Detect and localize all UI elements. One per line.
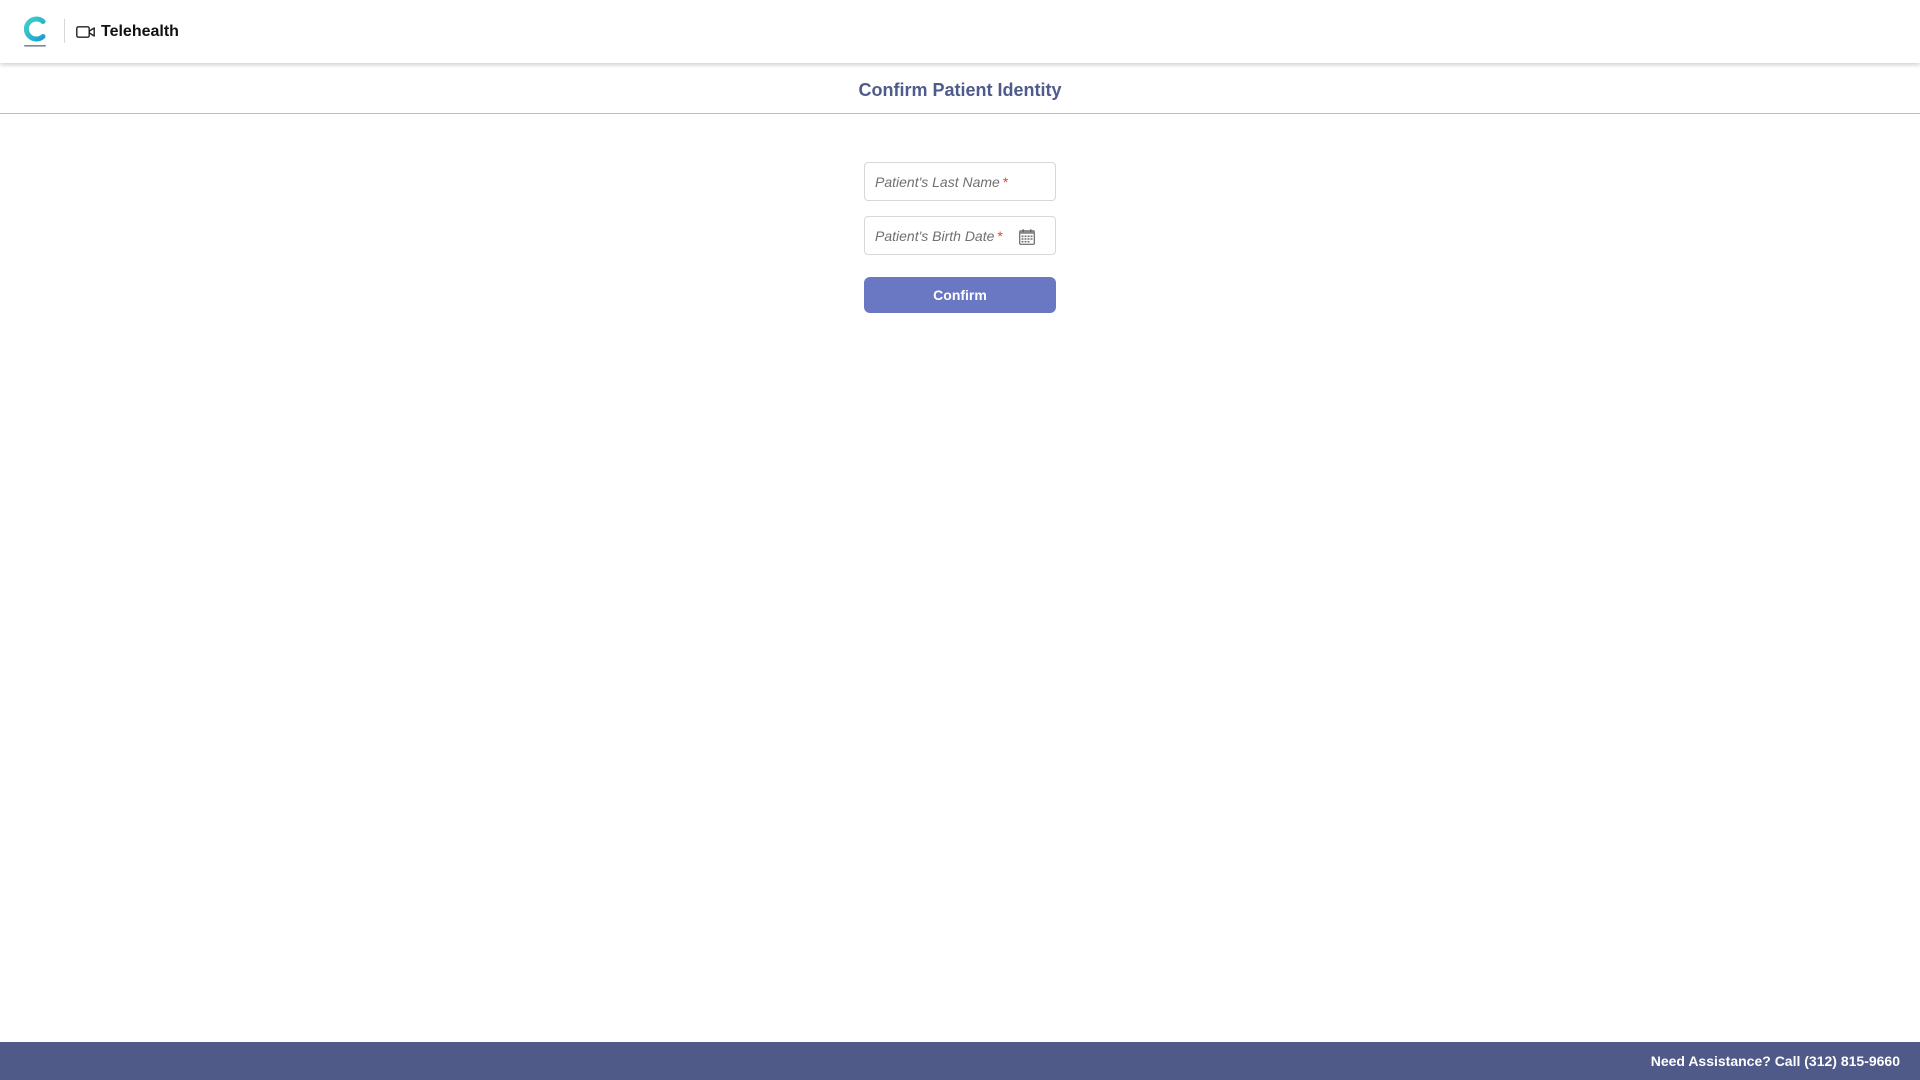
page-title-bar: Confirm Patient Identity [0,63,1920,114]
footer-bar: Need Assistance? Call (312) 815-9660 [0,1042,1920,1080]
app-title-group: Telehealth [76,0,179,63]
calendar-icon[interactable] [1019,229,1035,245]
last-name-field[interactable]: Patient's Last Name * [864,162,1056,201]
birth-date-field[interactable]: Patient's Birth Date * [864,216,1056,255]
header-divider [64,19,65,43]
assistance-text[interactable]: Need Assistance? Call (312) 815-9660 [1651,1053,1900,1069]
video-camera-icon [76,25,95,38]
clinic-logo-icon[interactable] [21,15,49,49]
page-title: Confirm Patient Identity [858,79,1062,100]
top-header: Telehealth [0,0,1920,63]
identity-form: Patient's Last Name * Patient's Birth Dat… [864,162,1056,313]
app-title: Telehealth [101,22,179,40]
confirm-button[interactable]: Confirm [864,277,1056,313]
